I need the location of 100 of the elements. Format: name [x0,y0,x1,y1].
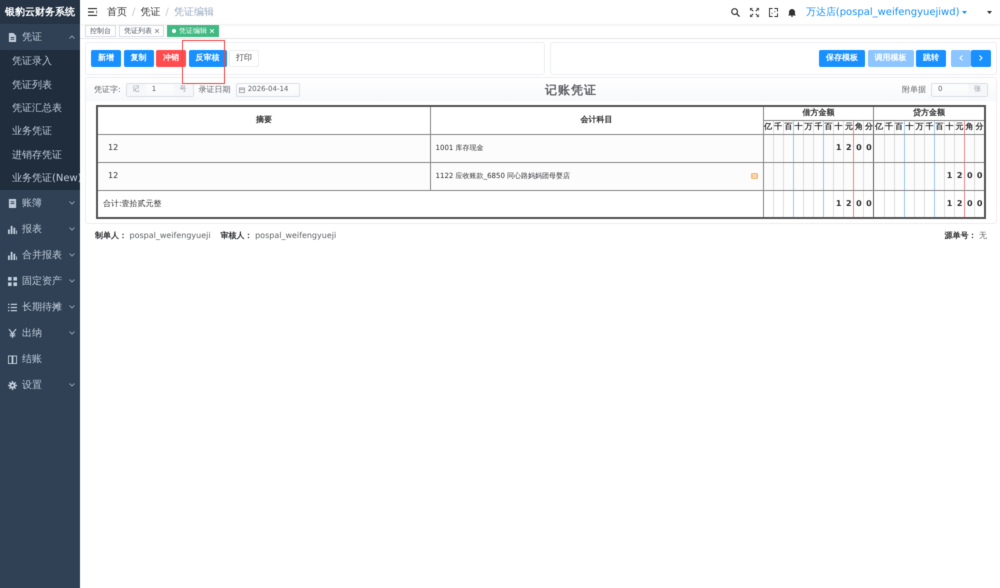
unit-header: 十 [944,120,955,134]
amount-digit: 2 [954,190,965,218]
chevron-left-icon [959,55,963,61]
sidebar-item[interactable]: 结账 [0,346,80,372]
menu-icon[interactable] [88,8,97,16]
user-menu[interactable]: 万达店(pospal_weifengyuejiwd) [806,4,967,20]
toolbar-button[interactable]: 反审核 [188,50,226,66]
column-header: 摘要 [97,106,430,134]
breadcrumb-item[interactable]: 凭证 [140,4,160,20]
amount-digit: 0 [854,190,864,218]
bar-chart-icon [8,250,17,260]
calendar-icon [239,86,246,92]
sidebar-item[interactable]: 合并报表 [0,242,80,268]
unit-header: 千 [924,120,934,134]
toolbar-button[interactable]: 保存模板 [819,50,865,66]
table-cell: 12 [108,171,118,180]
amount-digit: 0 [864,190,874,218]
sidebar-item[interactable]: 固定资产 [0,268,80,294]
sidebar-item[interactable]: 凭证 [0,24,80,50]
search-icon[interactable] [730,8,740,16]
unit-header: 角 [854,120,864,134]
breadcrumb-item[interactable]: 首页 [107,4,127,20]
amount-digit: 0 [964,162,975,190]
sidebar-subitem[interactable]: 凭证录入 [0,50,80,74]
sidebar-item[interactable]: 账簿 [0,190,80,216]
amount-digit: 0 [864,134,874,162]
next-button[interactable] [971,50,991,66]
chevron-right-icon [979,55,983,61]
sidebar-subitem[interactable]: 进销存凭证 [0,144,80,167]
caret-icon[interactable] [987,10,992,14]
bell-icon[interactable] [788,8,796,16]
book-icon [8,198,17,208]
amount-digit: 2 [844,190,854,218]
sidebar-subitem[interactable]: 业务凭证 [0,120,80,144]
table-cell: 12 [108,143,118,152]
amount-digit: 1 [944,162,955,190]
document-icon [8,32,17,42]
unit-header: 千 [884,120,894,134]
column-header: 贷方金额 [874,106,985,120]
field-label: 附单据 [902,84,926,96]
fullscreen-icon[interactable] [750,8,759,16]
toolbar-button[interactable]: 新增 [91,50,121,66]
column-header: 借方金额 [763,106,874,120]
unit-header: 元 [954,120,965,134]
unit-header: 分 [974,120,985,134]
sidebar-subitem[interactable]: 凭证列表 [0,73,80,97]
toolbar-button[interactable]: 冲销 [156,50,186,66]
grid-icon [8,276,17,286]
unit-header: 角 [964,120,975,134]
app-title: 银豹云财务系统 [0,0,80,24]
unit-header: 百 [894,120,904,134]
unit-header: 百 [783,120,794,134]
sidebar-item[interactable]: 设置 [0,372,80,398]
field-label: 制单人： [95,230,127,242]
amount-digit: 2 [954,162,965,190]
total-label: 合计:壹拾贰元整 [103,198,162,208]
bar-chart-icon [8,224,17,234]
amount-digit: 1 [944,190,955,218]
close-icon[interactable] [155,29,159,33]
unit-header: 元 [844,120,854,134]
unit-header: 十 [834,120,844,134]
unit-header: 百 [824,120,834,134]
unit-header: 分 [864,120,874,134]
field-label: 录证日期 [198,84,231,96]
unit-header: 十 [904,120,914,134]
gear-icon [8,380,17,390]
field-value: pospal_weifengyueji [130,230,211,242]
field-label: 审核人： [220,230,253,242]
amount-digit: 1 [834,190,844,218]
book-open-icon [8,354,17,364]
amount-digit: 2 [844,134,854,162]
caret-icon [962,10,967,14]
unit-header: 亿 [763,120,774,134]
list-icon [8,302,17,312]
sidebar-item[interactable]: 出纳 [0,320,80,346]
yen-icon [8,328,17,338]
unit-header: 百 [934,120,945,134]
field-label: 源单号： [944,230,976,242]
field-label: 凭证字: [94,84,121,96]
breadcrumb-separator: / [132,6,136,20]
breadcrumb-item: 凭证编辑 [174,6,214,20]
unit-header: 千 [814,120,824,134]
field-value: 无 [979,230,987,242]
sidebar-item[interactable]: 报表 [0,216,80,242]
sidebar-subitem[interactable]: 凭证汇总表 [0,96,80,120]
column-header: 会计科目 [430,106,764,134]
sidebar-item[interactable]: 长期待摊 [0,294,80,320]
toolbar-button[interactable]: 跳转 [916,50,946,66]
amount-digit: 1 [834,134,844,162]
amount-digit: 0 [854,134,864,162]
unit-header: 十 [793,120,804,134]
field-value: pospal_weifengyueji [255,230,336,242]
unit-header: 亿 [874,120,884,134]
unit-header: 万 [914,120,924,134]
sidebar-subitem[interactable]: 业务凭证(New) [0,166,80,190]
layout-icon[interactable] [768,8,778,16]
toolbar-button[interactable]: 打印 [229,50,259,66]
toolbar-button[interactable]: 复制 [124,50,154,66]
amount-digit: 0 [964,190,975,218]
voucher-title: 记账凭证 [544,82,598,98]
